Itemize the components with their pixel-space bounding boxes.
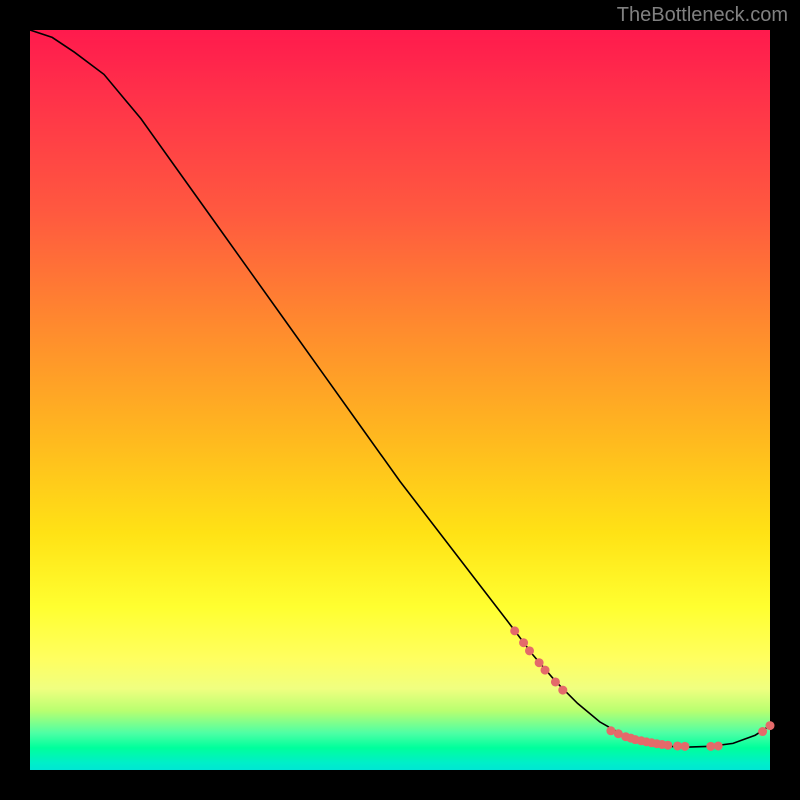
data-point-marker [558, 686, 567, 695]
plot-area [30, 30, 770, 770]
data-point-marker [766, 721, 775, 730]
watermark-text: TheBottleneck.com [617, 4, 788, 27]
data-point-marker [510, 626, 519, 635]
data-point-marker [541, 666, 550, 675]
data-point-marker [535, 658, 544, 667]
data-point-marker [525, 646, 534, 655]
data-point-marker [663, 741, 672, 750]
marker-group [510, 626, 774, 750]
data-point-marker [551, 677, 560, 686]
data-point-marker [714, 741, 723, 750]
data-point-marker [680, 742, 689, 751]
bottleneck-curve [30, 30, 770, 747]
data-point-marker [758, 727, 767, 736]
data-point-marker [519, 638, 528, 647]
chart-svg [30, 30, 770, 770]
